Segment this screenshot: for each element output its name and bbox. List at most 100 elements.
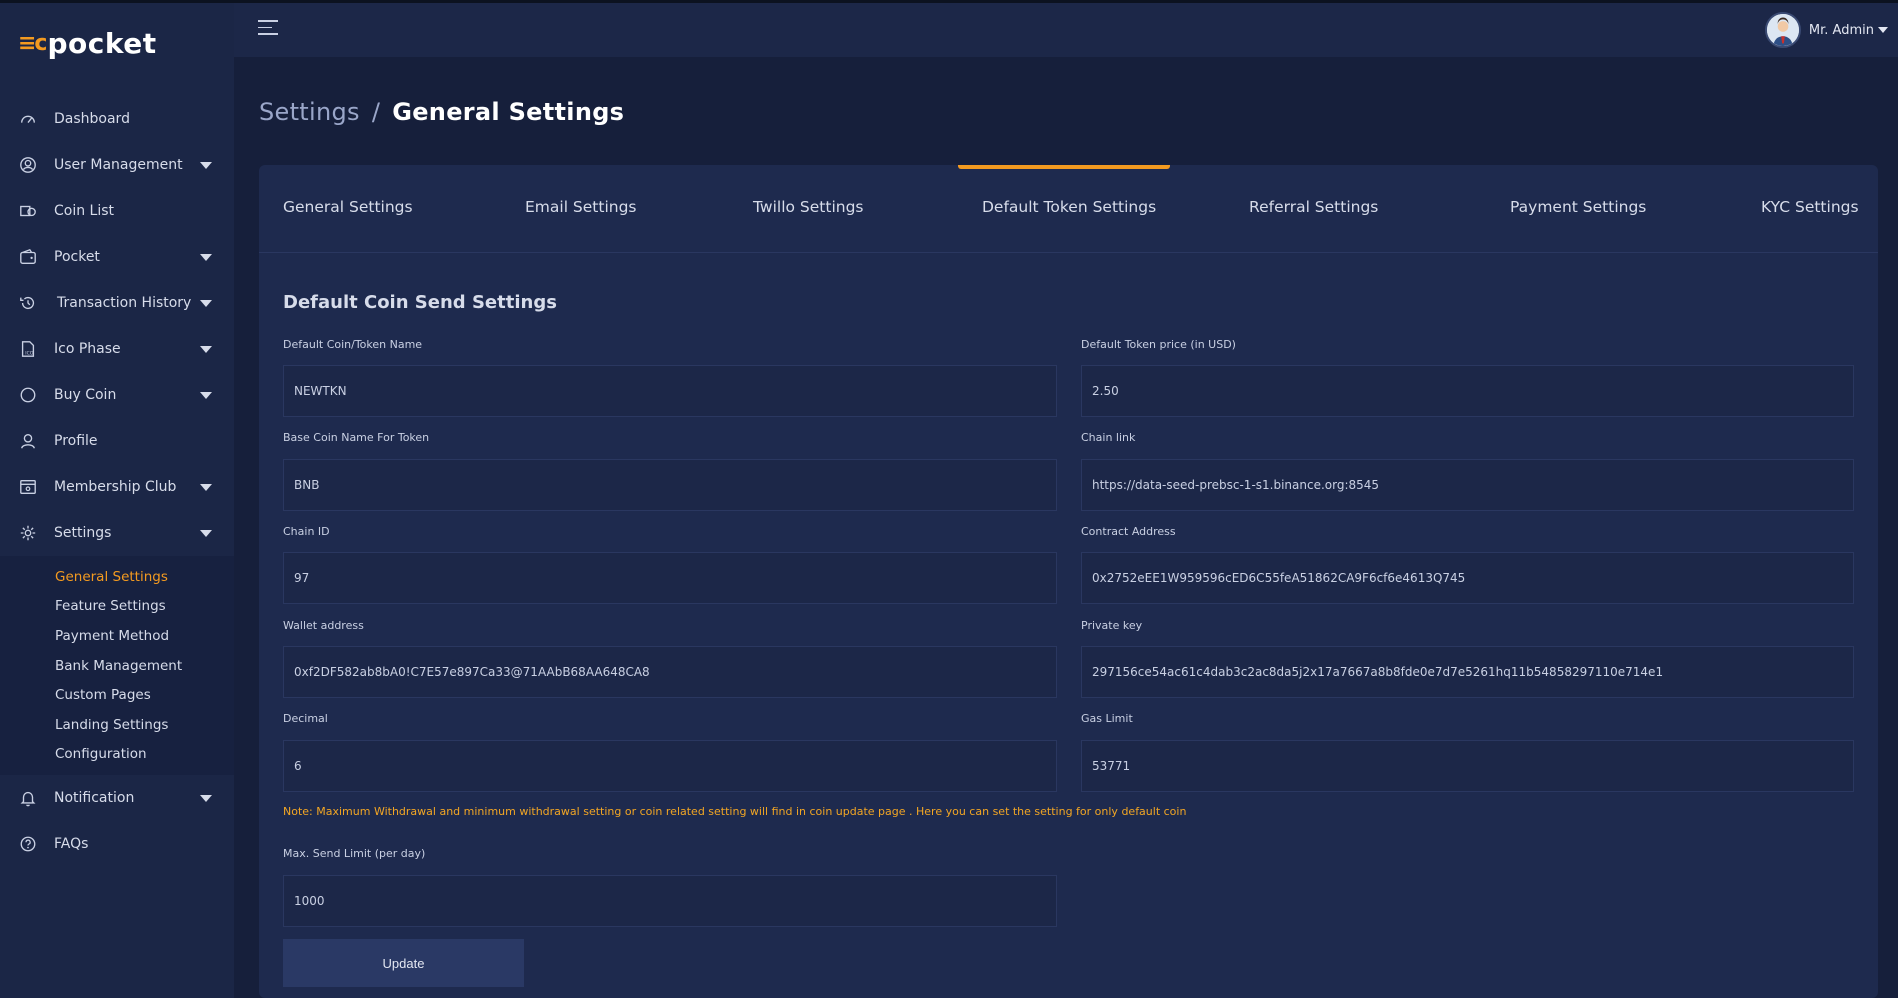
- sidebar-item-membership-club[interactable]: Membership Club: [0, 464, 234, 510]
- chain-link-input[interactable]: https://data-seed-prebsc-1-s1.binance.or…: [1081, 459, 1854, 511]
- base-coin-input[interactable]: BNB: [283, 459, 1057, 511]
- tab-email-settings[interactable]: Email Settings: [525, 198, 637, 216]
- svg-text:ICO: ICO: [25, 350, 33, 356]
- dashboard-gauge-icon: [18, 109, 38, 129]
- chevron-down-icon: [200, 346, 212, 353]
- wallet-address-label: Wallet address: [283, 619, 364, 632]
- coin-stack-icon: [18, 201, 38, 221]
- contract-address-input[interactable]: 0x2752eEE1W959596cED6C55feA51862CA9F6cf6…: [1081, 552, 1854, 604]
- circle-icon: [18, 385, 38, 405]
- submenu-configuration[interactable]: Configuration: [0, 740, 234, 770]
- token-price-label: Default Token price (in USD): [1081, 338, 1236, 351]
- sidebar-item-buy-coin[interactable]: Buy Coin: [0, 372, 234, 418]
- user-name: Mr. Admin: [1808, 22, 1874, 38]
- brand-mark: ≡c: [18, 30, 48, 56]
- sidebar: ≡c pocket Dashboard User Management Coin…: [0, 3, 234, 998]
- tab-general-settings[interactable]: General Settings: [283, 198, 413, 216]
- question-circle-icon: [18, 834, 38, 854]
- sidebar-item-label: Ico Phase: [54, 341, 121, 357]
- user-circle-icon: [18, 155, 38, 175]
- avatar: [1764, 12, 1801, 48]
- max-send-input[interactable]: 1000: [283, 875, 1057, 927]
- sidebar-menu: Dashboard User Management Coin List Pock…: [0, 96, 234, 867]
- decimal-input[interactable]: 6: [283, 740, 1057, 792]
- coin-name-label: Default Coin/Token Name: [283, 338, 423, 351]
- sidebar-item-transaction-history[interactable]: Transaction History: [0, 280, 234, 326]
- sidebar-item-user-management[interactable]: User Management: [0, 142, 234, 188]
- sidebar-item-faqs[interactable]: FAQs: [0, 821, 234, 867]
- brand-name: pocket: [47, 26, 157, 60]
- gas-limit-label: Gas Limit: [1081, 712, 1133, 725]
- chevron-down-icon: [200, 254, 212, 261]
- sidebar-item-pocket[interactable]: Pocket: [0, 234, 234, 280]
- private-key-input[interactable]: 297156ce54ac61c4dab3c2ac8da5j2x17a7667a8…: [1081, 646, 1854, 698]
- person-icon: [18, 431, 38, 451]
- sidebar-item-label: Settings: [54, 525, 112, 541]
- section-title: Default Coin Send Settings: [283, 292, 557, 313]
- sidebar-item-label: FAQs: [54, 836, 89, 853]
- token-price-input[interactable]: 2.50: [1081, 365, 1854, 417]
- chevron-down-icon: [200, 484, 212, 491]
- membership-card-icon: [18, 477, 38, 497]
- chevron-down-icon: [200, 162, 212, 169]
- settings-card: General Settings Email Settings Twillo S…: [259, 165, 1878, 998]
- submenu-payment-method[interactable]: Payment Method: [0, 621, 234, 651]
- chevron-down-icon: [200, 392, 212, 399]
- submenu-landing-settings[interactable]: Landing Settings: [0, 710, 234, 740]
- submenu-bank-management[interactable]: Bank Management: [0, 651, 234, 681]
- chevron-down-icon: [200, 530, 212, 537]
- chain-id-label: Chain ID: [283, 525, 330, 538]
- sidebar-item-label: Dashboard: [54, 111, 130, 127]
- gear-icon: [18, 523, 38, 543]
- sidebar-item-label: User Management: [54, 157, 183, 173]
- page-title: General Settings: [392, 98, 625, 126]
- private-key-label: Private key: [1081, 619, 1143, 632]
- gas-limit-input[interactable]: 53771: [1081, 740, 1854, 792]
- sidebar-item-dashboard[interactable]: Dashboard: [0, 96, 234, 142]
- submenu-general-settings[interactable]: General Settings: [0, 562, 234, 592]
- wallet-address-input[interactable]: 0xf2DF582ab8bA0!C7E57e897Ca33@71AAbB68AA…: [283, 646, 1057, 698]
- user-menu[interactable]: Mr. Admin: [1764, 12, 1888, 48]
- sidebar-item-label: Pocket: [54, 249, 100, 265]
- active-tab-indicator: [958, 165, 1170, 169]
- sidebar-item-notification[interactable]: Notification: [0, 775, 234, 821]
- ico-document-icon: ICO: [18, 339, 38, 359]
- breadcrumb: Settings / General Settings: [259, 98, 624, 126]
- bell-icon: [18, 788, 38, 808]
- breadcrumb-separator: /: [371, 98, 381, 126]
- brand-logo[interactable]: ≡c pocket: [18, 25, 157, 61]
- chevron-down-icon: [200, 300, 212, 307]
- coin-name-input[interactable]: NEWTKN: [283, 365, 1057, 417]
- tab-twillo-settings[interactable]: Twillo Settings: [753, 198, 863, 216]
- coin-settings-note: Note: Maximum Withdrawal and minimum wit…: [283, 805, 1187, 818]
- sidebar-item-profile[interactable]: Profile: [0, 418, 234, 464]
- sidebar-item-coin-list[interactable]: Coin List: [0, 188, 234, 234]
- wallet-icon: [18, 247, 38, 267]
- tab-default-token-settings[interactable]: Default Token Settings: [982, 198, 1156, 216]
- tab-referral-settings[interactable]: Referral Settings: [1249, 198, 1378, 216]
- menu-toggle-icon[interactable]: [258, 20, 278, 36]
- history-icon: [18, 293, 38, 313]
- chevron-down-icon: [200, 795, 212, 803]
- max-send-label: Max. Send Limit (per day): [283, 847, 426, 860]
- update-button[interactable]: Update: [283, 939, 524, 987]
- chain-id-input[interactable]: 97: [283, 552, 1057, 604]
- tab-kyc-settings[interactable]: KYC Settings: [1761, 198, 1859, 216]
- tab-payment-settings[interactable]: Payment Settings: [1510, 198, 1646, 216]
- decimal-label: Decimal: [283, 712, 328, 725]
- sidebar-item-ico-phase[interactable]: ICO Ico Phase: [0, 326, 234, 372]
- sidebar-item-settings[interactable]: Settings: [0, 510, 234, 556]
- settings-tabs: General Settings Email Settings Twillo S…: [259, 165, 1878, 253]
- submenu-custom-pages[interactable]: Custom Pages: [0, 680, 234, 710]
- submenu-feature-settings[interactable]: Feature Settings: [0, 592, 234, 622]
- base-coin-label: Base Coin Name For Token: [283, 431, 430, 444]
- contract-address-label: Contract Address: [1081, 525, 1176, 538]
- topbar: Mr. Admin: [234, 3, 1898, 57]
- chain-link-label: Chain link: [1081, 431, 1136, 444]
- sidebar-item-label: Coin List: [54, 203, 115, 219]
- sidebar-item-label: Membership Club: [54, 479, 177, 495]
- breadcrumb-parent[interactable]: Settings: [259, 98, 360, 126]
- settings-submenu: General Settings Feature Settings Paymen…: [0, 556, 234, 776]
- sidebar-item-label: Transaction History: [57, 295, 192, 311]
- sidebar-item-label: Notification: [54, 790, 135, 807]
